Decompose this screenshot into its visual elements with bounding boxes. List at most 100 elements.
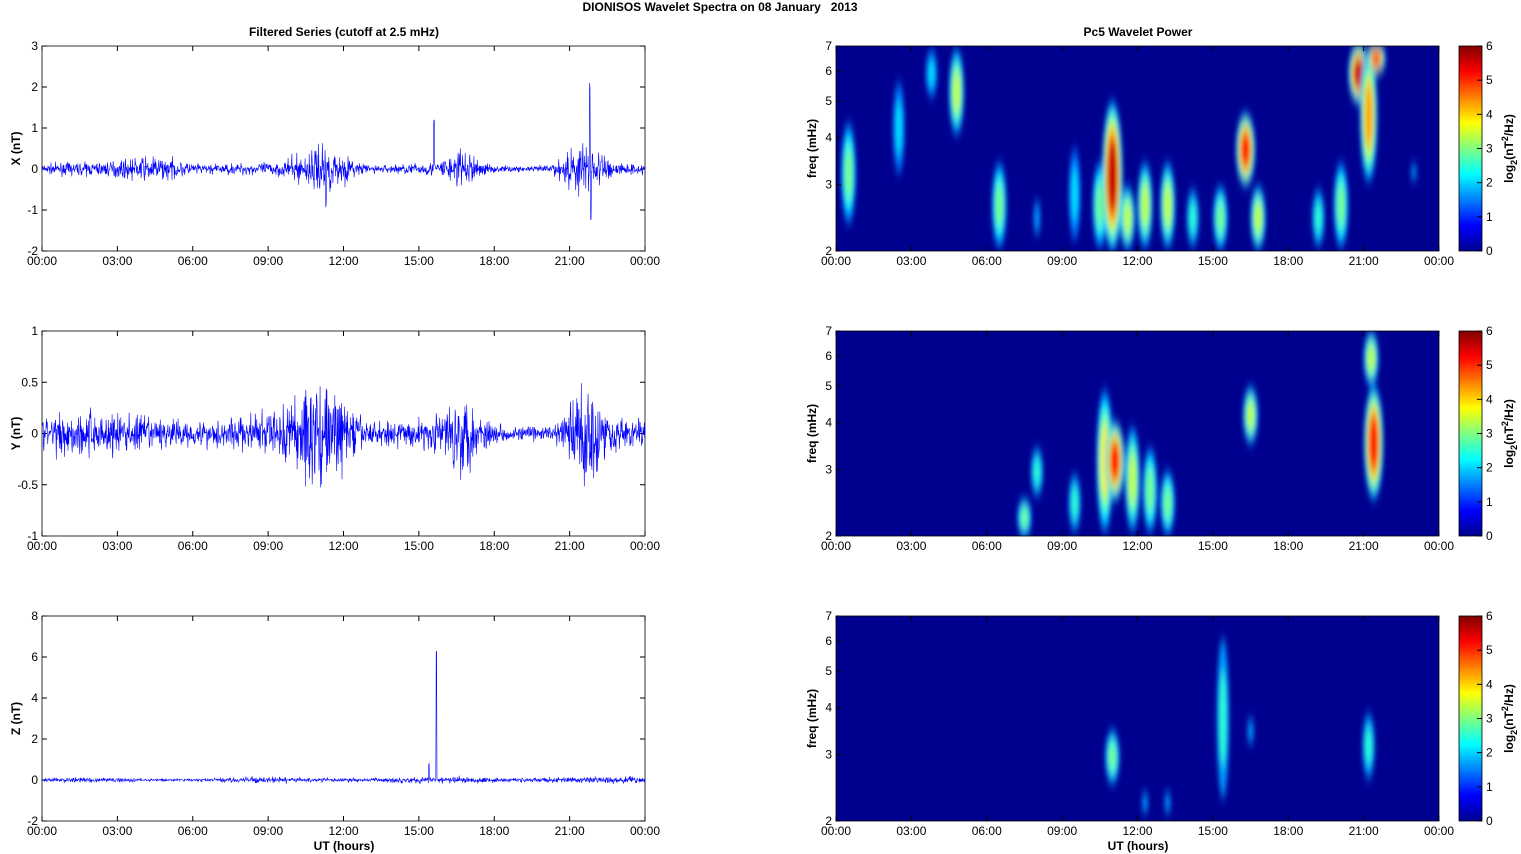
xtick-label: 00:00	[27, 824, 57, 838]
xtick-label: 06:00	[178, 254, 208, 268]
xtick-label: 00:00	[1424, 539, 1454, 553]
X-freq-tick-label: 4	[825, 131, 832, 145]
Y-freq-tick-label: 5	[825, 379, 832, 393]
Z-freq-label: freq (mHz)	[805, 689, 819, 748]
X-wavelet-power-blob	[1123, 201, 1132, 235]
figure-title: DIONISOS Wavelet Spectra on 08 January 2…	[582, 0, 858, 14]
Y-freq-tick-label: 7	[825, 324, 832, 338]
xtick-label: 03:00	[102, 824, 132, 838]
X-wavelet-power-blob	[952, 69, 961, 115]
X-freq-tick-label: 3	[825, 178, 832, 192]
Z-freq-tick-label: 5	[825, 664, 832, 678]
xtick-label: 09:00	[253, 254, 283, 268]
Z-wavelet-power-blob	[1164, 792, 1171, 813]
xtick-label: 12:00	[1122, 539, 1152, 553]
colorbar-tick-label: 5	[1486, 358, 1493, 372]
xtick-label: 06:00	[178, 824, 208, 838]
Y-ytick-label: 0.5	[21, 375, 38, 389]
X-wavelet-power-blob	[1337, 182, 1345, 228]
xtick-label: 12:00	[328, 254, 358, 268]
Z-ylabel: Z (nT)	[9, 702, 23, 735]
xtick-label: 09:00	[1047, 254, 1077, 268]
xtick-label: 18:00	[479, 539, 509, 553]
xtick-label: 09:00	[1047, 824, 1077, 838]
X-freq-tick-label: 6	[825, 64, 832, 78]
X-ylabel: X (nT)	[9, 132, 23, 166]
figure: DIONISOS Wavelet Spectra on 08 January 2…	[0, 0, 1521, 854]
Y-wavelet-power-blob	[1128, 451, 1137, 507]
xtick-label: 06:00	[972, 824, 1002, 838]
X-wavelet-power-blob	[1410, 164, 1418, 180]
X-ytick-label: -1	[27, 203, 38, 217]
Y-colorbar-label: log2(nT2/Hz)	[1500, 399, 1519, 468]
Y-wavelet-power-blob	[1033, 457, 1041, 487]
colorbar-tick-label: 1	[1486, 210, 1493, 224]
xtick-label: 21:00	[1349, 254, 1379, 268]
Y-wavelet-power-blob	[1369, 415, 1379, 471]
chart-canvas: -2-10123X (nT)234567freq (mHz)00:00 00:00…	[9, 39, 1519, 838]
xtick-label: 15:00	[404, 254, 434, 268]
xtick-label: 00:00	[821, 539, 851, 553]
xtick-label: 06:00	[972, 254, 1002, 268]
xtick-label: 09:00	[253, 824, 283, 838]
colorbar-tick-label: 5	[1486, 73, 1493, 87]
xtick-label: 21:00	[555, 254, 585, 268]
xtick-label: 15:00	[1198, 539, 1228, 553]
xtick-label: 15:00	[1198, 254, 1228, 268]
Z-ytick-label: 8	[31, 609, 38, 623]
xtick-label: 12:00	[328, 539, 358, 553]
Y-wavelet-power-blob	[1071, 486, 1079, 520]
Y-ytick-label: 1	[31, 324, 38, 338]
colorbar-tick-label: 4	[1486, 107, 1493, 121]
xtick-label: 12:00	[1122, 254, 1152, 268]
colorbar-tick-label: 5	[1486, 643, 1493, 657]
Y-ytick-label: -0.5	[17, 478, 38, 492]
right-column-title: Pc5 Wavelet Power	[1083, 25, 1193, 39]
Y-ytick-label: 0	[31, 427, 38, 441]
xtick-label: 18:00	[479, 254, 509, 268]
X-wavelet-power-blob	[1254, 201, 1263, 235]
X-ytick-label: 1	[31, 121, 38, 135]
Z-ytick-label: 2	[31, 732, 38, 746]
X-freq-label: freq (mHz)	[805, 119, 819, 178]
colorbar-tick-label: 0	[1486, 814, 1493, 828]
xtick-label: 00:00	[821, 254, 851, 268]
colorbar-tick-label: 3	[1486, 712, 1493, 726]
colorbar-tick-label: 6	[1486, 609, 1493, 623]
colorbar-tick-label: 0	[1486, 529, 1493, 543]
xtick-label: 00:00	[1424, 254, 1454, 268]
xtick-label: 03:00	[896, 254, 926, 268]
Y-wavelet-power-blob	[1110, 441, 1120, 481]
Z-spectrogram-background	[836, 616, 1439, 821]
X-wavelet-power-blob	[1033, 201, 1041, 235]
Y-wavelet-power-blob	[1246, 400, 1255, 431]
X-freq-tick-label: 7	[825, 39, 832, 53]
xtick-label: 00:00	[630, 254, 660, 268]
x-axis-label-left: UT (hours)	[313, 839, 375, 853]
xtick-label: 06:00	[178, 539, 208, 553]
X-wavelet-power-blob	[895, 100, 903, 156]
X-wavelet-power-blob	[1107, 140, 1118, 212]
colorbar-tick-label: 0	[1486, 244, 1493, 258]
xtick-label: 00:00	[1424, 824, 1454, 838]
x-axis-label-right: UT (hours)	[1107, 839, 1169, 853]
Z-wavelet-power-blob	[1219, 670, 1227, 767]
Y-freq-tick-label: 4	[825, 416, 832, 430]
colorbar-tick-label: 4	[1486, 677, 1493, 691]
Z-freq-tick-label: 4	[825, 701, 832, 715]
xtick-label: 21:00	[555, 824, 585, 838]
xtick-label: 15:00	[404, 824, 434, 838]
X-colorbar-label: log2(nT2/Hz)	[1500, 114, 1519, 183]
X-wavelet-power-blob	[1189, 201, 1197, 235]
xtick-label: 03:00	[102, 539, 132, 553]
X-wavelet-power-blob	[1371, 51, 1381, 67]
Z-ytick-label: 4	[31, 691, 38, 705]
xtick-label: 00:00	[630, 539, 660, 553]
Z-series-axes	[41, 615, 646, 822]
X-ytick-label: 0	[31, 162, 38, 176]
X-wavelet-power-blob	[1314, 201, 1323, 235]
colorbar-tick-label: 3	[1486, 142, 1493, 156]
colorbar-tick-label: 4	[1486, 392, 1493, 406]
Z-colorbar-label: log2(nT2/Hz)	[1500, 684, 1519, 753]
Y-freq-label: freq (mHz)	[805, 404, 819, 463]
